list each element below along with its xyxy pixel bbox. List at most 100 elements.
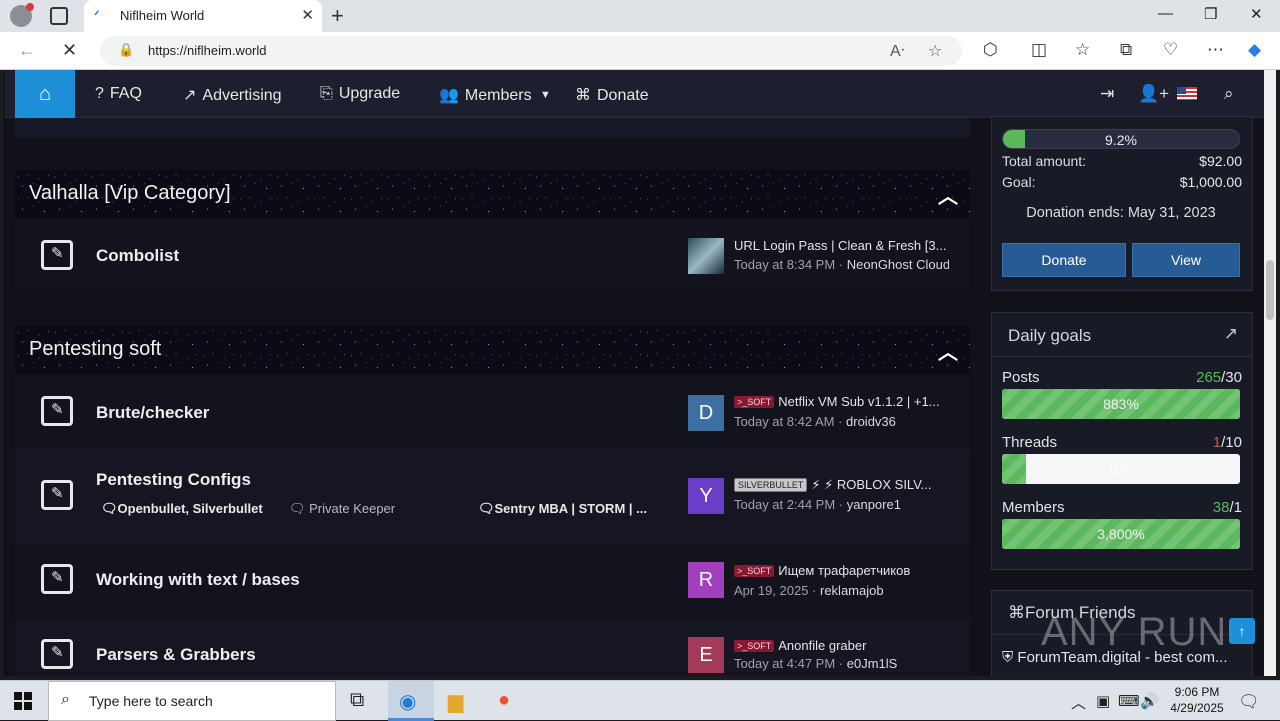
- last-post-user[interactable]: NeonGhost Cloud: [847, 257, 949, 272]
- close-tab-icon[interactable]: ✕: [301, 6, 314, 24]
- forum-title[interactable]: Brute/checker: [96, 403, 209, 423]
- last-post-meta: Apr 19, 2025 · reklamajob: [734, 583, 884, 598]
- subforum-link[interactable]: 🗨 Private Keeper: [289, 501, 395, 517]
- maximize-button[interactable]: ❐: [1204, 5, 1217, 23]
- scroll-top-arrow-up-icon[interactable]: ↑: [1229, 618, 1255, 644]
- members-dropdown-caret-icon[interactable]: ▼: [540, 89, 551, 101]
- browser-tab[interactable]: ᐟ Niflheim World ✕: [84, 0, 322, 32]
- copilot-icon[interactable]: ◆: [1248, 40, 1261, 60]
- nav-upgrade[interactable]: ⎘ Upgrade: [320, 85, 400, 103]
- category-header-valhalla[interactable]: Valhalla [Vip Category] ︿: [15, 170, 970, 218]
- forum-node-icon: [41, 480, 73, 510]
- forum-node-icon: [41, 639, 73, 669]
- last-post-title[interactable]: SILVERBULLET ⚡ ⚡ ROBLOX SILV...: [734, 477, 949, 493]
- last-post-title[interactable]: URL Login Pass | Clean & Fresh [3...: [734, 238, 949, 253]
- handshake-icon: ⌘: [575, 87, 591, 104]
- windows-start-icon[interactable]: [14, 692, 32, 710]
- close-window-button[interactable]: ✕: [1250, 5, 1263, 23]
- last-post-title[interactable]: >_SOFT Ищем трафаретчиков: [734, 563, 949, 578]
- last-post-user[interactable]: e0Jm1lS: [847, 656, 898, 671]
- file-explorer-icon[interactable]: ▆: [448, 689, 463, 714]
- thread-prefix: SILVERBULLET: [734, 478, 808, 492]
- nav-members[interactable]: 👥 Members: [439, 85, 532, 105]
- forum-title[interactable]: Combolist: [96, 246, 179, 266]
- scrollbar-thumb[interactable]: [1266, 260, 1274, 320]
- favorite-star-icon[interactable]: ☆: [928, 41, 942, 61]
- goal-threads-progress: 10%: [1002, 454, 1240, 484]
- site-navbar: ⌂ ? FAQ ↗ Advertising ⎘ Upgrade 👥 Members ▼ …: [5, 70, 1265, 118]
- address-bar[interactable]: 🔒 https://niflheim.world Aᐧ ☆: [100, 36, 962, 66]
- nav-faq[interactable]: ? FAQ: [95, 85, 142, 103]
- tray-chevron-up-icon[interactable]: ︿: [1071, 692, 1086, 713]
- browser-tab-bar: ᐟ Niflheim World ✕ + — ❐ ✕: [0, 0, 1280, 32]
- collapse-chevron-up-icon[interactable]: ︿: [938, 180, 958, 209]
- donation-progress-label: 9.2%: [1105, 132, 1137, 148]
- home-button[interactable]: ⌂: [15, 70, 75, 118]
- last-post-user[interactable]: droidv36: [846, 414, 896, 429]
- donate-button[interactable]: Donate: [1002, 243, 1126, 277]
- extensions-icon[interactable]: ⬡: [983, 40, 998, 60]
- clock-date: 4/29/2025: [1170, 701, 1224, 715]
- read-aloud-icon[interactable]: Aᐧ: [890, 41, 905, 61]
- us-flag-icon[interactable]: [1177, 87, 1197, 100]
- avatar[interactable]: Y: [688, 478, 724, 514]
- new-tab-button[interactable]: +: [331, 3, 344, 29]
- clock-time: 9:06 PM: [1174, 685, 1220, 699]
- avatar[interactable]: D: [688, 395, 724, 431]
- last-post-title[interactable]: >_SOFT Netflix VM Sub v1.1.2 | +1...: [734, 394, 949, 409]
- firefox-icon[interactable]: ●: [498, 689, 510, 712]
- login-icon[interactable]: ⇥: [1100, 84, 1114, 104]
- goal-threads-percent: 10%: [1106, 461, 1136, 477]
- forum-node-brute-checker: Brute/checker D >_SOFTNetflix VM Sub v1.…: [15, 374, 970, 449]
- taskbar-search[interactable]: ⌕ Type here to search: [48, 681, 336, 721]
- avatar[interactable]: E: [688, 637, 724, 673]
- url-text[interactable]: https://niflheim.world: [148, 43, 267, 58]
- back-icon[interactable]: ←: [18, 40, 36, 61]
- lock-icon[interactable]: 🔒: [118, 42, 134, 58]
- network-icon[interactable]: ⌨: [1118, 692, 1140, 710]
- collapse-chevron-up-icon[interactable]: ︿: [938, 336, 958, 365]
- minimize-button[interactable]: —: [1158, 5, 1173, 22]
- search-icon[interactable]: ⌕: [1224, 84, 1234, 104]
- nav-advertising[interactable]: ↗ Advertising: [183, 85, 282, 105]
- register-user-plus-icon[interactable]: 👤+: [1138, 84, 1169, 104]
- last-post-user[interactable]: reklamajob: [820, 583, 884, 598]
- avatar[interactable]: [688, 238, 724, 274]
- avatar[interactable]: R: [688, 562, 724, 598]
- volume-icon[interactable]: 🔊: [1140, 692, 1159, 710]
- forum-title[interactable]: Parsers & Grabbers: [96, 645, 256, 665]
- last-post-user[interactable]: yanpore1: [847, 497, 901, 512]
- notification-icon[interactable]: 🗨: [1238, 692, 1260, 712]
- task-view-icon[interactable]: ⧉: [350, 689, 364, 712]
- forum-title[interactable]: Pentesting Configs: [96, 470, 251, 490]
- settings-more-icon[interactable]: ⋯: [1207, 40, 1224, 60]
- goal-members-count: 38/1: [1212, 499, 1242, 516]
- taskbar-search-text[interactable]: Type here to search: [89, 693, 213, 709]
- forum-node-icon: [41, 240, 73, 270]
- stop-loading-icon[interactable]: ✕: [62, 40, 77, 61]
- category-title[interactable]: Valhalla [Vip Category]: [29, 182, 231, 205]
- forum-title[interactable]: Working with text / bases: [96, 570, 300, 590]
- taskbar-clock[interactable]: 9:06 PM 4/29/2025: [1158, 684, 1236, 716]
- last-post-title[interactable]: >_SOFT Anonfile graber: [734, 638, 949, 653]
- previous-category-end: [15, 118, 970, 138]
- donation-ends: Donation ends: May 31, 2023: [1026, 205, 1216, 221]
- browser-essentials-icon[interactable]: ♡: [1163, 40, 1178, 60]
- windows-taskbar: ⌕ Type here to search ⧉ ◉ ▆ ● ︿ ▣ ⌨ 🔊 9:…: [0, 680, 1280, 721]
- favorites-icon[interactable]: ☆: [1075, 40, 1090, 60]
- users-icon: 👥: [439, 87, 459, 104]
- subforum-link[interactable]: 🗨Openbullet, Silverbullet: [101, 501, 263, 517]
- category-header-pentesting[interactable]: Pentesting soft ︿: [15, 326, 970, 374]
- collections-icon[interactable]: ⧉: [1120, 40, 1132, 60]
- page-scrollbar[interactable]: [1264, 70, 1276, 676]
- nav-donate[interactable]: ⌘ Donate: [575, 85, 649, 105]
- split-screen-icon[interactable]: ◫: [1031, 40, 1047, 60]
- tab-actions-icon[interactable]: [50, 7, 68, 25]
- view-button[interactable]: View: [1132, 243, 1240, 277]
- profile-icon[interactable]: [10, 3, 34, 27]
- category-title[interactable]: Pentesting soft: [29, 338, 161, 361]
- subforum-link[interactable]: 🗨Sentry MBA | STORM | ...: [478, 501, 658, 517]
- donation-widget: 9.2% Total amount: $92.00 Goal: $1,000.0…: [991, 116, 1253, 291]
- edge-browser-icon[interactable]: ◉: [399, 689, 416, 714]
- tray-device-icon[interactable]: ▣: [1096, 692, 1110, 710]
